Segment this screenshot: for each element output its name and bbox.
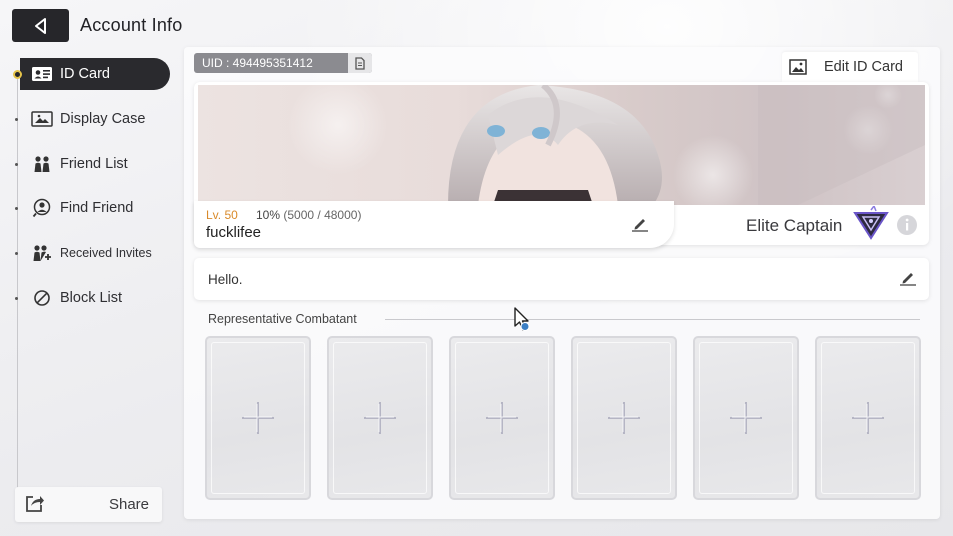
back-arrow-icon [34,17,46,34]
sidebar-item-label: Friend List [60,156,128,172]
sidebar-item-label: Display Case [60,111,146,127]
find-friend-icon [30,198,54,218]
display-case-icon [30,109,54,129]
share-button[interactable]: Share [15,487,162,522]
add-icon [486,402,518,434]
id-card-icon [30,64,54,84]
info-button[interactable] [896,214,918,241]
nav-dot [15,163,18,166]
username: fucklifee [206,224,262,241]
greeting-box: Hello. [194,258,929,300]
combatant-slot-3[interactable] [449,336,555,500]
level-block: Lv. 50 10% (5000 / 48000) fucklifee [194,201,674,248]
pencil-icon [900,273,916,286]
page-title: Account Info [80,15,183,35]
divider [385,319,920,320]
sidebar-item-label: Received Invites [60,246,152,260]
rank-title: Elite Captain [746,216,843,235]
edit-name-button[interactable] [631,216,649,237]
sidebar-item-id-card[interactable]: ID Card [13,58,170,90]
sidebar-item-label: ID Card [60,66,110,82]
edit-greeting-button[interactable] [899,270,917,291]
pencil-icon [632,219,648,232]
sidebar-item-label: Find Friend [60,200,134,216]
copy-uid-button[interactable] [348,53,372,73]
sidebar-item-display-case[interactable]: Display Case [15,103,170,135]
sidebar-item-received-invites[interactable]: Received Invites [15,237,170,269]
sidebar-item-block-list[interactable]: Block List [15,282,170,314]
greeting-text: Hello. [208,272,243,287]
sidebar-item-find-friend[interactable]: Find Friend [15,192,170,224]
combatant-slot-4[interactable] [571,336,677,500]
exp-percent: 10% [256,208,281,222]
add-icon [852,402,884,434]
copy-icon [355,56,365,70]
back-button[interactable] [12,9,69,42]
combatant-slot-6[interactable] [815,336,921,500]
add-icon [608,402,640,434]
active-indicator [13,69,22,79]
representative-label: Representative Combatant [208,312,357,326]
combatant-slot-5[interactable] [693,336,799,500]
friends-icon [30,154,54,174]
rank-emblem-icon [852,204,890,245]
exp-text: 10% (5000 / 48000) [256,208,361,222]
mouse-cursor-icon [514,307,534,338]
uid-text: UID : 494495351412 [202,56,313,70]
nav-dot [15,118,18,121]
edit-id-card-button[interactable]: Edit ID Card [782,52,918,82]
add-icon [364,402,396,434]
id-card-banner-art [198,85,925,205]
combatant-slot-1[interactable] [205,336,311,500]
share-icon [25,494,45,516]
share-label: Share [108,496,149,513]
invites-icon [30,243,54,263]
edit-id-card-label: Edit ID Card [824,59,903,75]
add-icon [242,402,274,434]
nav-dot [15,207,18,210]
sidebar-track [17,75,18,515]
exp-detail: (5000 / 48000) [283,208,362,222]
image-icon [789,59,811,75]
info-icon [897,215,917,235]
block-icon [30,288,54,308]
level-text: Lv. 50 [206,208,238,222]
combatant-slot-2[interactable] [327,336,433,500]
add-icon [730,402,762,434]
character-art [288,85,925,205]
uid-box: UID : 494495351412 [194,53,372,73]
nav-dot [15,252,18,255]
sidebar-item-friend-list[interactable]: Friend List [15,148,170,180]
sidebar-item-label: Block List [60,290,123,306]
nav-dot [15,297,18,300]
